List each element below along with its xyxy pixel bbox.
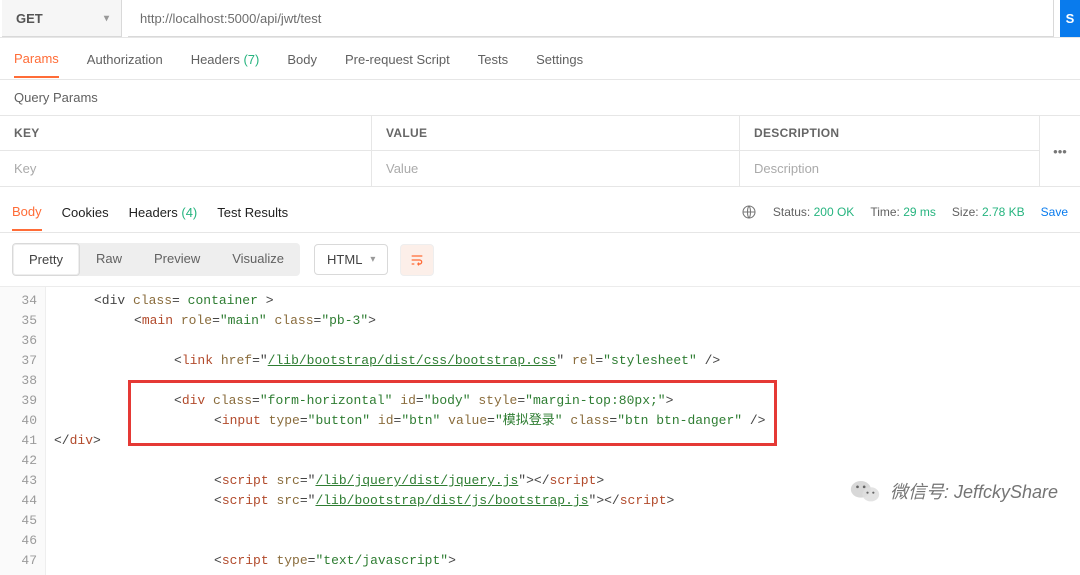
viewer-controls: Pretty Raw Preview Visualize HTML ▾ — [0, 233, 1080, 287]
view-preview[interactable]: Preview — [138, 243, 216, 276]
tab-prerequest[interactable]: Pre-request Script — [345, 40, 450, 77]
wechat-icon — [850, 478, 880, 504]
send-label: S — [1066, 11, 1075, 26]
tab-settings[interactable]: Settings — [536, 40, 583, 77]
send-button[interactable]: S — [1060, 0, 1080, 37]
view-raw[interactable]: Raw — [80, 243, 138, 276]
tab-tests[interactable]: Tests — [478, 40, 508, 77]
url-input[interactable]: http://localhost:5000/api/jwt/test — [128, 0, 1054, 37]
more-columns-icon[interactable]: ••• — [1040, 116, 1080, 186]
params-table: KEY Key VALUE Value DESCRIPTION Descript… — [0, 115, 1080, 187]
tab-params[interactable]: Params — [14, 39, 59, 78]
key-input[interactable]: Key — [0, 151, 371, 186]
chevron-down-icon: ▾ — [104, 13, 109, 24]
line-gutter: 3435363738394041424344454647 — [0, 287, 46, 575]
watermark-text: 微信号: JeffckyShare — [890, 478, 1058, 504]
desc-input[interactable]: Description — [740, 151, 1039, 186]
response-bar: Body Cookies Headers (4) Test Results St… — [0, 191, 1080, 233]
globe-icon[interactable] — [741, 204, 757, 220]
code-area: 3435363738394041424344454647 <div class=… — [0, 287, 1080, 575]
wrap-lines-button[interactable] — [400, 244, 434, 276]
view-mode-group: Pretty Raw Preview Visualize — [12, 243, 300, 276]
resp-tab-headers[interactable]: Headers (4) — [129, 193, 198, 230]
th-desc: DESCRIPTION — [740, 116, 1039, 151]
lang-select[interactable]: HTML ▾ — [314, 244, 388, 275]
lang-label: HTML — [327, 252, 362, 267]
url-value: http://localhost:5000/api/jwt/test — [140, 11, 321, 26]
status-block: Status: 200 OK — [773, 205, 854, 219]
watermark: 微信号: JeffckyShare — [850, 478, 1058, 504]
query-params-label: Query Params — [0, 80, 1080, 115]
method-label: GET — [16, 11, 43, 26]
th-value: VALUE — [372, 116, 739, 151]
http-method-select[interactable]: GET ▾ — [2, 0, 122, 37]
resp-tab-cookies[interactable]: Cookies — [62, 193, 109, 230]
time-block: Time: 29 ms — [870, 205, 936, 219]
tab-headers[interactable]: Headers (7) — [191, 40, 260, 77]
code-lines[interactable]: <div class= container > <main role="main… — [46, 287, 1080, 575]
chevron-down-icon: ▾ — [370, 254, 375, 265]
tab-authorization[interactable]: Authorization — [87, 40, 163, 77]
request-tabs: Params Authorization Headers (7) Body Pr… — [0, 38, 1080, 80]
resp-tab-body[interactable]: Body — [12, 192, 42, 231]
size-block: Size: 2.78 KB — [952, 205, 1025, 219]
th-key: KEY — [0, 116, 371, 151]
headers-count: (7) — [243, 52, 259, 67]
save-response-button[interactable]: Save — [1041, 205, 1068, 219]
view-pretty[interactable]: Pretty — [12, 243, 80, 276]
view-visualize[interactable]: Visualize — [216, 243, 300, 276]
value-input[interactable]: Value — [372, 151, 739, 186]
tab-body[interactable]: Body — [287, 40, 317, 77]
resp-tab-testresults[interactable]: Test Results — [217, 193, 288, 230]
resp-headers-count: (4) — [181, 205, 197, 220]
